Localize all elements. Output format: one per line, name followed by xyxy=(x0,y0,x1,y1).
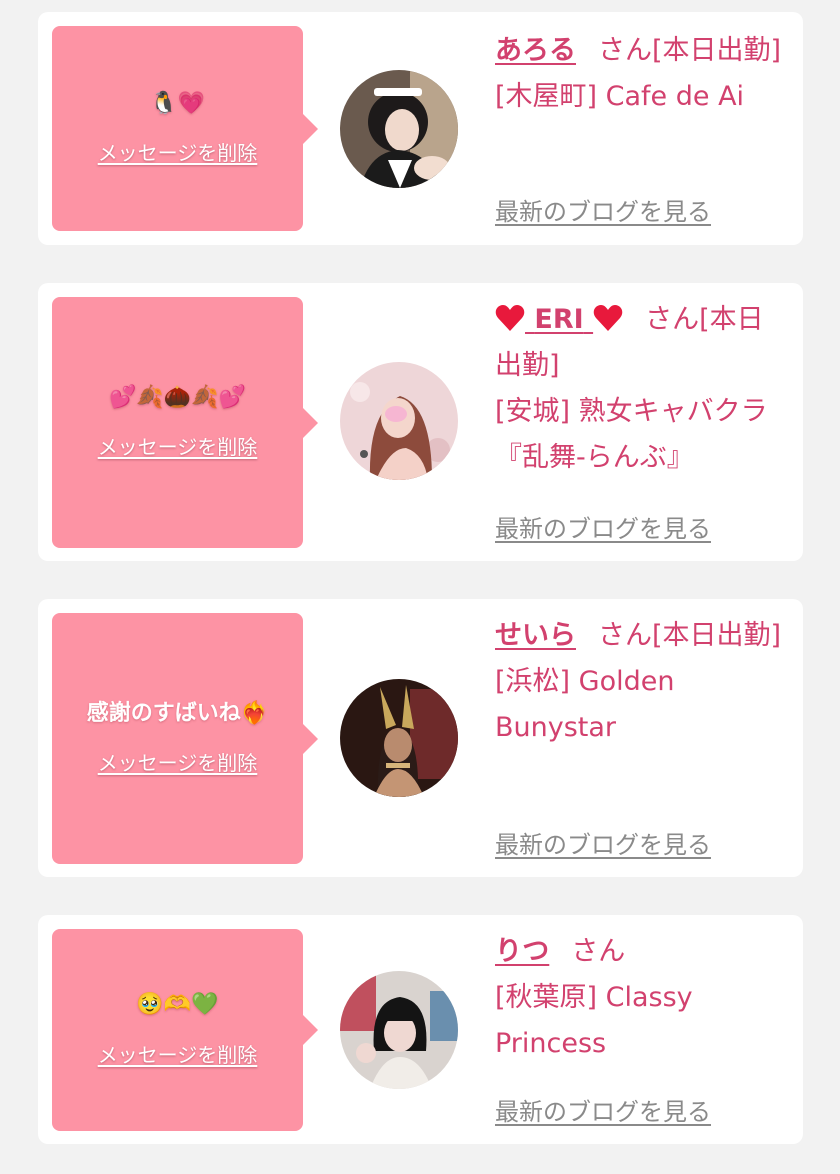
cast-name-text: ERI xyxy=(534,304,584,335)
latest-blog-link[interactable]: 最新のブログを見る xyxy=(495,509,711,544)
message-text: 感謝のすばいね❤️‍🔥 xyxy=(86,700,269,726)
cast-name-link[interactable]: ERI xyxy=(495,304,623,335)
shop-label: [秋葉原] Classy Princess xyxy=(495,982,693,1059)
heart-icon xyxy=(495,305,525,331)
message-card: 感謝のすばいね❤️‍🔥 メッセージを削除 せいら さん[本日出勤] [浜松] Go… xyxy=(38,599,803,877)
cast-info: せいら さん[本日出勤] [浜松] Golden Bunystar xyxy=(495,613,785,751)
message-bubble: 💕🍂🌰🍂💕 メッセージを削除 xyxy=(52,297,318,548)
shop-label: [浜松] Golden Bunystar xyxy=(495,666,675,743)
latest-blog-link[interactable]: 最新のブログを見る xyxy=(495,1092,711,1127)
message-bubble: 🥹🫶💚 メッセージを削除 xyxy=(52,929,318,1131)
message-bubble: 感謝のすばいね❤️‍🔥 メッセージを削除 xyxy=(52,613,318,864)
message-bubble: 🐧💗 メッセージを削除 xyxy=(52,26,318,231)
avatar-photo xyxy=(340,679,458,797)
cast-status: さん[本日出勤] xyxy=(598,620,782,651)
cast-info: あろる さん[本日出勤] [木屋町] Cafe de Ai xyxy=(495,28,785,120)
avatar[interactable] xyxy=(340,362,458,480)
avatar[interactable] xyxy=(340,70,458,188)
message-card: 💕🍂🌰🍂💕 メッセージを削除 ERI さん[本日出勤] [安城] 熟女キャバクラ… xyxy=(38,283,803,561)
shop-label: [安城] 熟女キャバクラ『乱舞-らんぶ』 xyxy=(495,396,768,473)
cast-info: りつ さん [秋葉原] Classy Princess xyxy=(495,929,785,1067)
message-card: 🥹🫶💚 メッセージを削除 りつ さん [秋葉原] Classy Princess … xyxy=(38,915,803,1144)
latest-blog-link[interactable]: 最新のブログを見る xyxy=(495,192,711,227)
avatar[interactable] xyxy=(340,679,458,797)
cast-status: さん xyxy=(571,936,626,967)
message-card: 🐧💗 メッセージを削除 あろる さん[本日出勤] [木屋町] Cafe de Ai… xyxy=(38,12,803,245)
cast-name-link[interactable]: せいら xyxy=(495,620,576,651)
latest-blog-link[interactable]: 最新のブログを見る xyxy=(495,825,711,860)
message-list: 🐧💗 メッセージを削除 あろる さん[本日出勤] [木屋町] Cafe de Ai… xyxy=(0,0,840,1174)
shop-label: [木屋町] Cafe de Ai xyxy=(495,81,745,112)
message-text: 💕🍂🌰🍂💕 xyxy=(109,384,246,410)
cast-name-link[interactable]: りつ xyxy=(495,936,549,967)
delete-message-link[interactable]: メッセージを削除 xyxy=(98,747,258,776)
delete-message-link[interactable]: メッセージを削除 xyxy=(98,431,258,460)
avatar-photo xyxy=(340,362,458,480)
cast-info: ERI さん[本日出勤] [安城] 熟女キャバクラ『乱舞-らんぶ』 xyxy=(495,297,785,481)
cast-status: さん[本日出勤] xyxy=(598,35,782,66)
heart-icon xyxy=(593,305,623,331)
message-text: 🥹🫶💚 xyxy=(136,992,219,1018)
avatar-photo xyxy=(340,70,458,188)
delete-message-link[interactable]: メッセージを削除 xyxy=(98,1039,258,1068)
message-text: 🐧💗 xyxy=(150,90,205,116)
avatar-photo xyxy=(340,971,458,1089)
avatar[interactable] xyxy=(340,971,458,1089)
delete-message-link[interactable]: メッセージを削除 xyxy=(98,137,258,166)
cast-name-link[interactable]: あろる xyxy=(495,35,576,66)
